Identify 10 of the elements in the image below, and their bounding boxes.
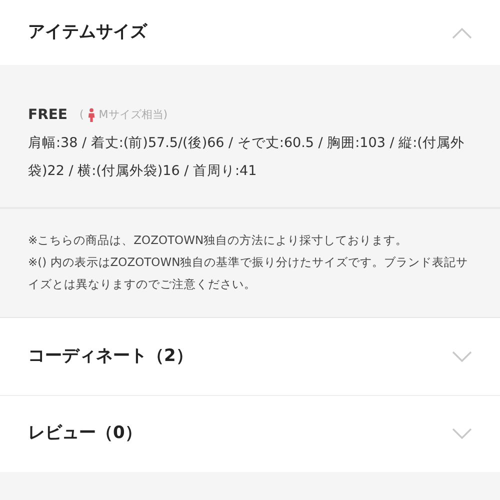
note-text: ※こちらの商品は、ZOZOTOWN独自の方法により採寸しております。 [28,232,409,249]
section-title: アイテムサイズ [28,20,147,44]
paren-text: ( [79,107,84,123]
section-title: レビュー（0） [28,422,142,446]
measurements-text: 肩幅:38 / 着丈:(前)57.5/(後)66 / そで丈:60.5 / 胸囲:103 / 縦:(付属外袋)22 / 横:(付属外袋)16 / 首周り:41 [28,134,466,181]
size-name: FREE [28,106,68,125]
person-icon [88,108,95,122]
note-text: ※() 内の表示はZOZOTOWN独自の基準で振り分けたサイズです。ブランド表記サイズとは異なりますのでご注意ください。 [28,254,470,293]
section-title: コーディネート（2） [28,344,193,368]
size-equivalent: Mサイズ相当) [98,107,168,123]
